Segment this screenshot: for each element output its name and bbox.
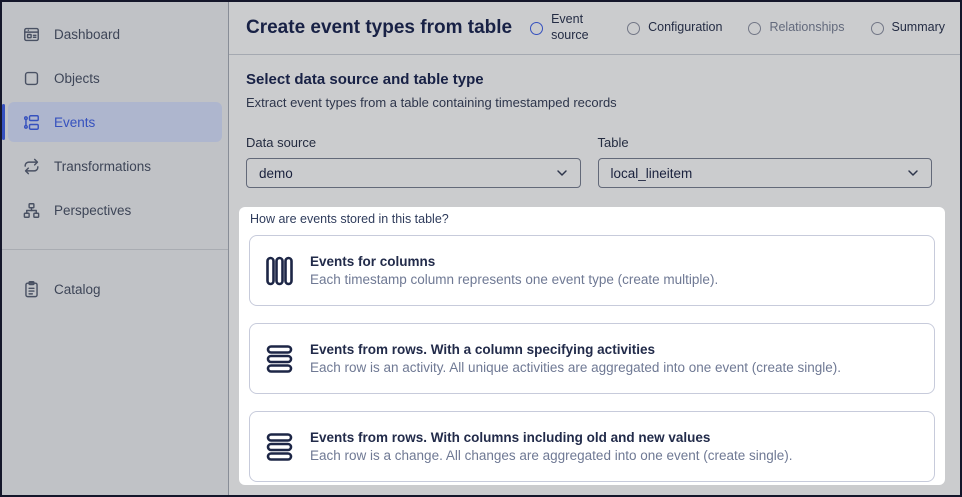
sidebar-divider xyxy=(2,249,228,250)
sidebar-item-label: Transformations xyxy=(54,158,152,174)
step-label: Configuration xyxy=(648,20,723,35)
sidebar-item-label: Objects xyxy=(54,70,100,86)
option-events-for-columns[interactable]: Events for columns Each timestamp column… xyxy=(249,235,935,306)
chevron-down-icon xyxy=(554,165,570,181)
sidebar-item-catalog[interactable]: Catalog xyxy=(8,269,222,309)
step-circle-icon xyxy=(870,21,884,35)
section-description: Extract event types from a table contain… xyxy=(246,95,617,110)
step-circle-icon xyxy=(627,21,641,35)
sidebar-item-perspectives[interactable]: Perspectives xyxy=(8,190,222,230)
option-text: Events for columns Each timestamp column… xyxy=(310,254,718,287)
source-table-form: Data source demo Table local_lineitem xyxy=(246,135,932,188)
perspectives-icon xyxy=(22,201,41,220)
storage-question: How are events stored in this table? xyxy=(250,212,449,226)
sidebar-item-label: Perspectives xyxy=(54,202,132,218)
option-title: Events for columns xyxy=(310,254,436,269)
table-label: Table xyxy=(597,135,629,150)
option-description: Each timestamp column represents one eve… xyxy=(310,272,719,287)
step-label: Summary xyxy=(891,20,945,35)
option-description: Each row is a change. All changes are ag… xyxy=(310,448,793,463)
step-circle-icon xyxy=(748,21,762,35)
sidebar-item-events[interactable]: Events xyxy=(2,102,222,142)
wizard-header: Create event types from table Event sour… xyxy=(229,2,960,55)
columns-icon xyxy=(266,256,293,286)
option-title: Events from rows. With columns including… xyxy=(310,430,711,445)
rows-icon xyxy=(266,344,293,374)
table-value: local_lineitem xyxy=(610,165,693,181)
section-title: Select data source and table type xyxy=(246,71,484,88)
sidebar-item-label: Catalog xyxy=(54,281,101,297)
wizard-stepper: Event source Configuration Relationships… xyxy=(530,12,945,43)
dashboard-icon xyxy=(22,25,41,44)
table-select[interactable]: local_lineitem xyxy=(597,158,932,188)
option-text: Events from rows. With columns including… xyxy=(310,430,793,463)
sidebar-item-label: Dashboard xyxy=(54,26,121,42)
option-rows-old-new-values[interactable]: Events from rows. With columns including… xyxy=(249,411,935,482)
step-summary[interactable]: Summary xyxy=(870,20,945,36)
sidebar: Dashboard Objects Events Transformations xyxy=(2,2,229,495)
events-icon xyxy=(22,113,41,132)
storage-type-spotlight: How are events stored in this table? Eve… xyxy=(239,207,945,485)
step-configuration[interactable]: Configuration xyxy=(627,20,722,36)
option-title: Events from rows. With a column specifyi… xyxy=(310,342,655,357)
rows-icon xyxy=(266,432,293,462)
sidebar-item-objects[interactable]: Objects xyxy=(8,58,222,98)
app-window: Dashboard Objects Events Transformations xyxy=(0,0,962,497)
transformations-icon xyxy=(22,157,41,176)
option-rows-activity-column[interactable]: Events from rows. With a column specifyi… xyxy=(249,323,935,394)
data-source-select[interactable]: demo xyxy=(246,158,581,188)
chevron-down-icon xyxy=(905,165,921,181)
catalog-icon xyxy=(22,280,41,299)
step-label: Relationships xyxy=(769,20,845,35)
page-title: Create event types from table xyxy=(246,17,513,38)
data-source-field: Data source demo xyxy=(246,135,581,188)
table-field: Table local_lineitem xyxy=(597,135,932,188)
data-source-value: demo xyxy=(259,165,293,181)
sidebar-item-transformations[interactable]: Transformations xyxy=(8,146,222,186)
sidebar-item-dashboard[interactable]: Dashboard xyxy=(8,14,222,54)
data-source-label: Data source xyxy=(246,135,317,150)
option-description: Each row is an activity. All unique acti… xyxy=(310,360,842,375)
sidebar-item-label: Events xyxy=(54,114,96,130)
step-event-source[interactable]: Event source xyxy=(530,12,601,43)
step-label: Event source xyxy=(551,12,589,42)
step-circle-icon xyxy=(530,21,544,35)
objects-icon xyxy=(22,69,41,88)
option-text: Events from rows. With a column specifyi… xyxy=(310,342,841,375)
step-relationships[interactable]: Relationships xyxy=(748,20,845,36)
